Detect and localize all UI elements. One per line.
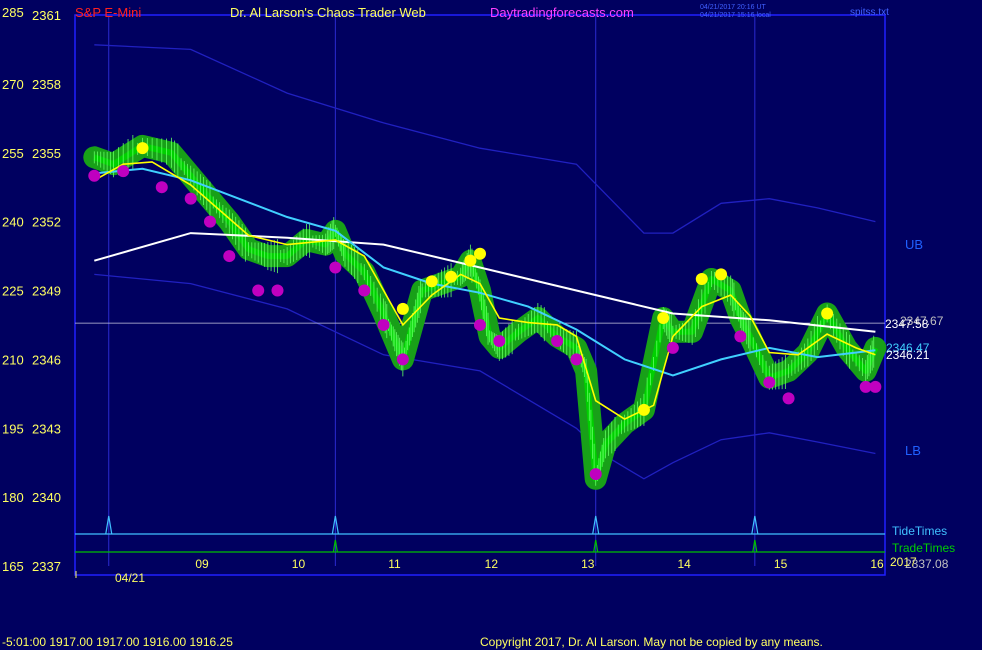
yellow-dot-0 [136,142,149,155]
y-tick-right: 2337 [32,559,61,574]
magenta-dot-3 [184,192,197,205]
magenta-dot-16 [589,468,602,481]
magenta-dot-5 [223,250,236,263]
value-label-2337-08: 2337.08 [905,557,949,571]
magenta-dot-9 [358,284,371,297]
footer-copyright: Copyright 2017, Dr. Al Larson. May not b… [480,635,823,649]
magenta-dot-14 [551,335,564,348]
site-url[interactable]: Daytradingforecasts.com [490,5,634,20]
chart-canvas: 2361 270 2358 255 2355 240 2352 225 2349 210 2346 1… [2,4,955,649]
magenta-dot-13 [493,335,506,348]
yellow-dot-6 [637,403,650,416]
magenta-dot-19 [763,376,776,389]
file-name: spitss.txt [850,7,889,18]
y-tick-left: 240 [2,215,24,230]
yellow-dot-8 [695,273,708,286]
y-tick-right: 2343 [32,421,61,436]
magenta-dot-1 [117,165,130,178]
yellow-dot-2 [425,275,438,288]
y-tick-left: 225 [2,284,24,299]
value-label-2347-58: 2347.58 [885,317,929,331]
magenta-dot-22 [869,380,882,393]
x-tick-label: 16 [870,557,884,571]
magenta-dot-12 [474,318,486,331]
y-tick-right: 2346 [32,352,61,367]
y-tick-right: 2340 [32,490,61,505]
timing-group [75,515,885,553]
y-tick-left: 270 [2,77,24,92]
magenta-dot-2 [155,181,168,194]
x-tick-label: 09 [195,557,209,571]
y-tick-right: 2358 [32,77,61,92]
stamp-local: 04/21/2017 15:16 local [700,12,771,19]
lower-band-label: LB [905,443,921,458]
trade-times-label: TradeTimes [892,541,955,555]
x-tick-label: 11 [388,557,401,571]
x-tick-label: 12 [485,557,499,571]
y-tick-left: 255 [2,146,24,161]
magenta-dot-6 [252,284,265,297]
y-axis: 2361 270 2358 255 2355 240 2352 225 2349 210 2346 1… [2,8,61,574]
x-tick-label: 10 [292,557,306,571]
upper-band-label: UB [905,237,923,252]
magenta-dot-10 [377,318,390,331]
value-label-2346-21: 2346.21 [886,348,930,362]
yellow-dot-4 [464,254,477,267]
x-date-label: 04/21 [115,571,145,585]
y-tick-right: 2352 [32,215,61,230]
x-tick-label: 14 [678,557,692,571]
y-tick-right: 2355 [32,146,61,161]
stamp-utc: 04/21/2017 20:16 UT [700,4,766,11]
y-tick-left: 165 [2,559,24,574]
yellow-dot-1 [396,302,409,315]
yellow-dot-3 [445,270,458,283]
y-tick-right: 2361 [32,8,61,23]
y-tick-right: 2349 [32,284,61,299]
yellow-dot-7 [657,312,670,325]
y-tick-left: 180 [2,490,24,505]
site-title: Dr. Al Larson's Chaos Trader Web [230,5,426,20]
magenta-dot-4 [204,215,216,228]
y-tick-left: 195 [2,421,24,436]
magenta-dot-18 [734,330,747,343]
footer-quote: -5:01:00 1917.00 1917.00 1916.00 1916.25 [2,635,233,649]
magenta-dot-11 [396,353,409,366]
x-tick-label: 15 [774,557,788,571]
yellow-dot-9 [715,268,728,281]
y-tick-left: 210 [2,352,24,367]
y-tick-left-top: 285 [2,5,24,20]
magenta-dot-15 [570,353,583,366]
tide-times-label: TideTimes [892,524,947,538]
yellow-dot-10 [821,307,834,320]
magenta-dot-8 [329,261,342,274]
magenta-dot-17 [666,341,679,354]
magenta-dot-20 [782,392,795,405]
magenta-dot-7 [271,284,284,297]
x-tick-label: 13 [581,557,595,571]
yellow-dot-5 [474,247,486,260]
magenta-dot-0 [88,169,101,182]
instrument-title: S&P E-Mini [75,5,141,20]
